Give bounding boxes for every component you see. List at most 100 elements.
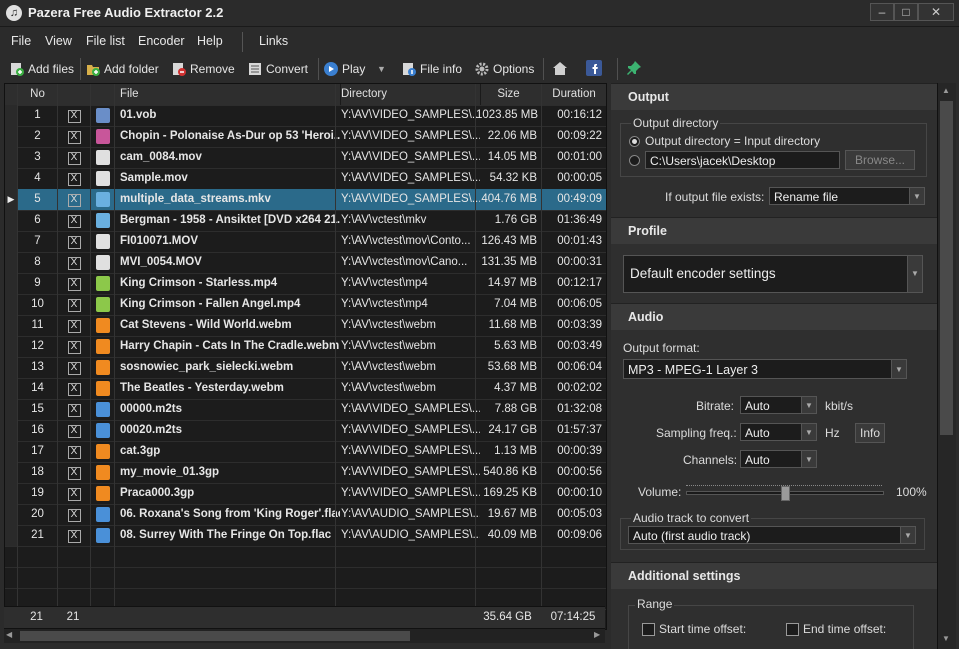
minimize-button[interactable]: – (870, 3, 894, 21)
menu-encoder[interactable]: Encoder (138, 34, 185, 48)
menu-help[interactable]: Help (197, 34, 223, 48)
row-checkbox-mark[interactable]: X (67, 446, 81, 459)
output-custom-dir-radio[interactable] (629, 155, 640, 166)
horizontal-scroll-thumb[interactable] (20, 631, 410, 641)
row-checkbox-mark[interactable]: X (67, 236, 81, 249)
table-row[interactable]: 1 X 01.vob Y:\AV\VIDEO_SAMPLES\... 1023.85 M… (5, 105, 606, 127)
output-same-dir-radio[interactable] (629, 136, 640, 147)
output-path-field[interactable]: C:\Users\jacek\Desktop (645, 151, 840, 169)
table-row[interactable]: 19 X Praca000.3gp Y:\AV\VIDEO_SAMPLES\... 16… (5, 483, 606, 505)
row-checkbox-mark[interactable]: X (67, 362, 81, 375)
row-checkbox-mark[interactable]: X (67, 320, 81, 333)
row-checkbox[interactable]: X (58, 336, 90, 357)
add-files-button[interactable]: Add files (10, 60, 74, 78)
row-checkbox[interactable]: X (58, 147, 90, 168)
col-directory-header[interactable]: Directory (336, 84, 481, 105)
table-row[interactable]: 6 X Bergman - 1958 - Ansiktet [DVD x264 21… (5, 210, 606, 232)
scroll-right-icon[interactable]: ▶ (594, 630, 604, 642)
col-no-header[interactable]: No (18, 84, 58, 105)
table-row[interactable]: 2 X Chopin - Polonaise As-Dur op 53 'Heroi… (5, 126, 606, 148)
table-row[interactable]: ▶ 5 Xmultiple_data_streams.mkv Y:\AV\VIDEO_… (5, 189, 606, 211)
volume-slider-thumb[interactable] (781, 486, 790, 501)
add-folder-button[interactable]: Add folder (86, 60, 159, 78)
row-checkbox-mark[interactable]: X (67, 257, 81, 270)
row-checkbox[interactable]: X (58, 273, 90, 294)
row-checkbox-mark[interactable]: X (67, 509, 81, 522)
row-checkbox-mark[interactable]: X (67, 425, 81, 438)
menu-file-list[interactable]: File list (86, 34, 125, 48)
row-checkbox[interactable]: X (58, 126, 90, 147)
maximize-button[interactable]: □ (894, 3, 918, 21)
table-row[interactable]: 9 X King Crimson - Starless.mp4 Y:\AV\vctes… (5, 273, 606, 295)
scroll-up-icon[interactable]: ▲ (942, 86, 950, 95)
row-checkbox-mark[interactable]: X (67, 215, 81, 228)
info-button[interactable]: Info (855, 423, 885, 443)
row-checkbox[interactable]: X (58, 357, 90, 378)
row-checkbox[interactable]: X (58, 483, 90, 504)
table-row[interactable]: 12 X Harry Chapin - Cats In The Cradle.web… (5, 336, 606, 358)
row-checkbox-mark[interactable]: X (67, 173, 81, 186)
table-row[interactable]: 16 X 00020.m2ts Y:\AV\VIDEO_SAMPLES\... 24.1… (5, 420, 606, 442)
table-row[interactable]: 20 X 06. Roxana's Song from 'King Roger'.f… (5, 504, 606, 526)
convert-button[interactable]: Convert (248, 60, 308, 78)
table-row[interactable]: 4 X Sample.mov Y:\AV\VIDEO_SAMPLES\... 54.32… (5, 168, 606, 190)
menu-file[interactable]: File (11, 34, 31, 48)
row-checkbox-mark[interactable]: X (67, 341, 81, 354)
row-checkbox[interactable]: X (58, 378, 90, 399)
row-checkbox-mark[interactable]: X (67, 488, 81, 501)
pin-button[interactable] (626, 60, 646, 78)
output-format-select[interactable]: MP3 - MPEG-1 Layer 3 ▼ (623, 359, 907, 379)
home-button[interactable] (552, 60, 572, 78)
row-checkbox-mark[interactable]: X (67, 467, 81, 480)
row-checkbox[interactable]: X (58, 252, 90, 273)
output-section-header[interactable]: Output (611, 83, 937, 110)
table-row[interactable]: 14 X The Beatles - Yesterday.webm Y:\AV\vct… (5, 378, 606, 400)
table-row[interactable]: 8 X MVI_0054.MOV Y:\AV\vctest\mov\Cano... 13… (5, 252, 606, 274)
row-checkbox-mark[interactable]: X (67, 194, 81, 207)
col-duration-header[interactable]: Duration (542, 84, 606, 105)
col-file-header[interactable]: File (115, 84, 341, 105)
profile-select[interactable]: Default encoder settings ▼ (623, 255, 923, 293)
volume-slider[interactable] (686, 483, 884, 501)
browse-button[interactable]: Browse... (845, 150, 915, 170)
remove-button[interactable]: Remove (172, 60, 235, 78)
row-checkbox[interactable]: X (58, 399, 90, 420)
scroll-left-icon[interactable]: ◀ (6, 630, 16, 642)
row-checkbox[interactable]: X (58, 231, 90, 252)
row-checkbox[interactable]: X (58, 189, 90, 210)
row-checkbox-mark[interactable]: X (67, 110, 81, 123)
row-checkbox[interactable]: X (58, 420, 90, 441)
start-offset-checkbox[interactable] (642, 623, 655, 636)
options-button[interactable]: Options (475, 60, 534, 78)
channels-select[interactable]: Auto ▼ (740, 450, 817, 468)
menu-view[interactable]: View (45, 34, 72, 48)
table-row[interactable]: 15 X 00000.m2ts Y:\AV\VIDEO_SAMPLES\... 7.88… (5, 399, 606, 421)
vertical-scroll-thumb[interactable] (940, 101, 953, 435)
col-check-header[interactable] (58, 84, 91, 105)
scroll-down-icon[interactable]: ▼ (942, 634, 950, 643)
row-checkbox[interactable]: X (58, 441, 90, 462)
row-checkbox-mark[interactable]: X (67, 152, 81, 165)
if-exists-select[interactable]: Rename file ▼ (769, 187, 925, 205)
table-row[interactable]: 13 Xsosnowiec_park_sielecki.webm Y:\AV\vct… (5, 357, 606, 379)
menu-links[interactable]: Links (259, 34, 288, 48)
facebook-button[interactable] (586, 60, 606, 78)
col-size-header[interactable]: Size (476, 84, 542, 105)
row-checkbox[interactable]: X (58, 168, 90, 189)
file-list-grid[interactable]: No File Directory Size Duration 1 X 01.vob… (4, 83, 607, 630)
table-row[interactable]: 17 Xcat.3gp Y:\AV\VIDEO_SAMPLES\... 1.13 MB… (5, 441, 606, 463)
bitrate-select[interactable]: Auto ▼ (740, 396, 817, 414)
table-row[interactable]: 11 X Cat Stevens - Wild World.webm Y:\AV\vc… (5, 315, 606, 337)
horizontal-scrollbar[interactable]: ◀ ▶ (4, 628, 605, 643)
row-checkbox[interactable]: X (58, 462, 90, 483)
play-button[interactable]: Play (324, 60, 365, 78)
row-checkbox[interactable]: X (58, 210, 90, 231)
row-checkbox-mark[interactable]: X (67, 299, 81, 312)
table-row[interactable]: 21 X 08. Surrey With The Fringe On Top.fla… (5, 525, 606, 547)
sampling-select[interactable]: Auto ▼ (740, 423, 817, 441)
table-row[interactable]: 10 X King Crimson - Fallen Angel.mp4 Y:\AV\… (5, 294, 606, 316)
play-dropdown-arrow-icon[interactable]: ▼ (377, 60, 386, 78)
row-checkbox[interactable]: X (58, 504, 90, 525)
audio-track-select[interactable]: Auto (first audio track) ▼ (628, 526, 916, 544)
settings-vertical-scrollbar[interactable]: ▲ ▼ (937, 83, 956, 649)
